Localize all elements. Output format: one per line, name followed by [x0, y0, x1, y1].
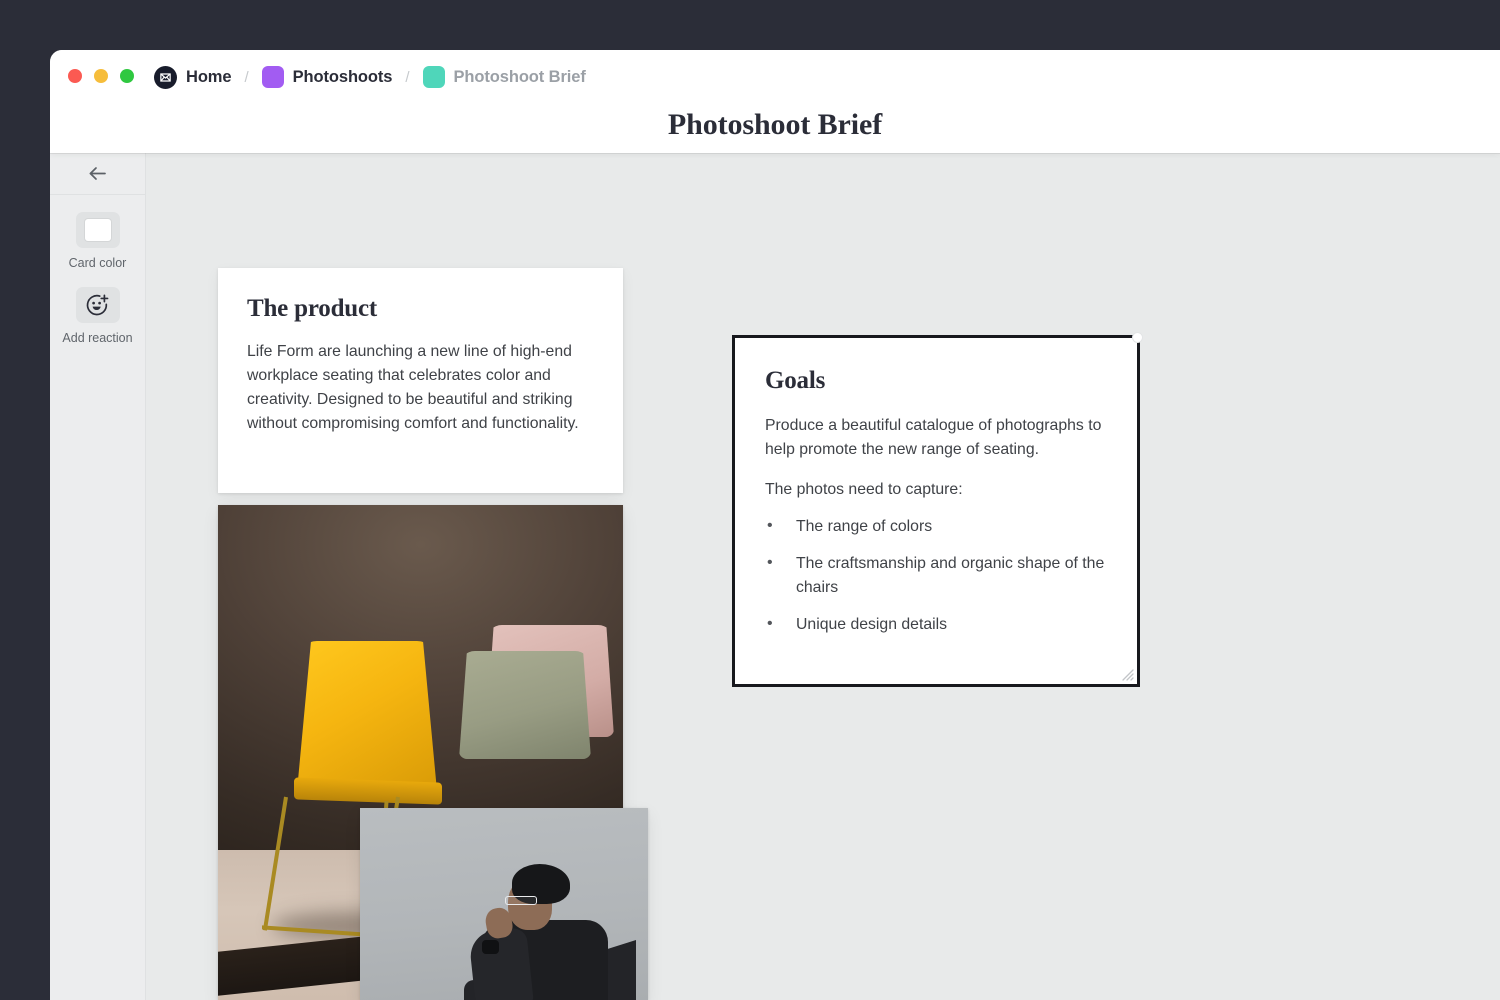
resize-handle[interactable] — [1118, 665, 1134, 681]
sidebar-header — [50, 153, 145, 195]
card-paragraph-goals-1: Produce a beautiful catalogue of photogr… — [765, 417, 1102, 458]
color-chip-icon-photoshoot-brief — [422, 66, 445, 88]
window-controls — [68, 69, 134, 83]
color-swatch-icon — [75, 212, 120, 248]
breadcrumb-label-photoshoots: Photoshoots — [292, 67, 393, 86]
breadcrumb-item-photoshoots[interactable]: Photoshoots — [261, 64, 393, 90]
chair-green — [459, 651, 591, 759]
list-item: The range of colors — [765, 514, 1107, 539]
breadcrumb-item-photoshoot-brief[interactable]: Photoshoot Brief — [422, 64, 586, 90]
tool-sidebar: Card color Add reaction — [50, 153, 146, 1000]
sidebar-item-card-color[interactable]: Card color — [50, 212, 145, 270]
person-glasses — [505, 896, 537, 905]
breadcrumb-separator-2: / — [405, 68, 410, 86]
breadcrumb: Home / Photoshoots / Photoshoot Brief — [154, 64, 586, 90]
chair-yellow-seat — [294, 777, 442, 805]
list-item: Unique design details — [765, 612, 1107, 637]
page-title: Photoshoot Brief — [667, 108, 883, 141]
home-logo-icon — [154, 65, 177, 89]
card-goals[interactable]: Goals Produce a beautiful catalogue of p… — [732, 332, 1143, 687]
board-canvas[interactable]: The product Life Form are launching a ne… — [146, 153, 1500, 1000]
titlebar: Home / Photoshoots / Photoshoot Brief Ph… — [50, 50, 1500, 153]
goals-bullet-list: The range of colors The craftsmanship an… — [765, 514, 1107, 637]
card-the-product[interactable]: The product Life Form are launching a ne… — [218, 268, 623, 493]
sidebar-item-add-reaction[interactable]: Add reaction — [50, 287, 145, 345]
breadcrumb-separator-1: / — [244, 68, 249, 86]
sidebar-label-add-reaction: Add reaction — [62, 331, 133, 345]
person-arm — [468, 927, 534, 1000]
close-window-button[interactable] — [68, 69, 82, 83]
sidebar-label-card-color: Card color — [68, 256, 127, 270]
person-watch — [482, 940, 499, 954]
photo-person[interactable] — [360, 808, 648, 1000]
minimize-window-button[interactable] — [94, 69, 108, 83]
card-body-the-product: Life Form are launching a new line of hi… — [247, 343, 579, 432]
color-chip-icon-photoshoots — [261, 66, 284, 88]
list-item: The craftsmanship and organic shape of t… — [765, 551, 1107, 600]
workspace: Card color Add reaction The product Life… — [50, 153, 1500, 1000]
card-paragraph-goals-2: The photos need to capture: — [765, 481, 963, 498]
breadcrumb-item-home[interactable]: Home — [154, 64, 232, 90]
breadcrumb-label-home: Home — [186, 67, 232, 86]
breadcrumb-label-photoshoot-brief: Photoshoot Brief — [453, 67, 586, 86]
chair-yellow — [297, 641, 437, 791]
arrow-left-icon[interactable] — [84, 160, 112, 188]
maximize-window-button[interactable] — [120, 69, 134, 83]
card-heading-goals: Goals — [765, 367, 826, 394]
selection-handle-top-right[interactable] — [1132, 332, 1143, 343]
add-reaction-icon — [75, 287, 120, 323]
card-heading-the-product: The product — [247, 295, 378, 322]
app-window: Home / Photoshoots / Photoshoot Brief Ph… — [50, 50, 1500, 1000]
